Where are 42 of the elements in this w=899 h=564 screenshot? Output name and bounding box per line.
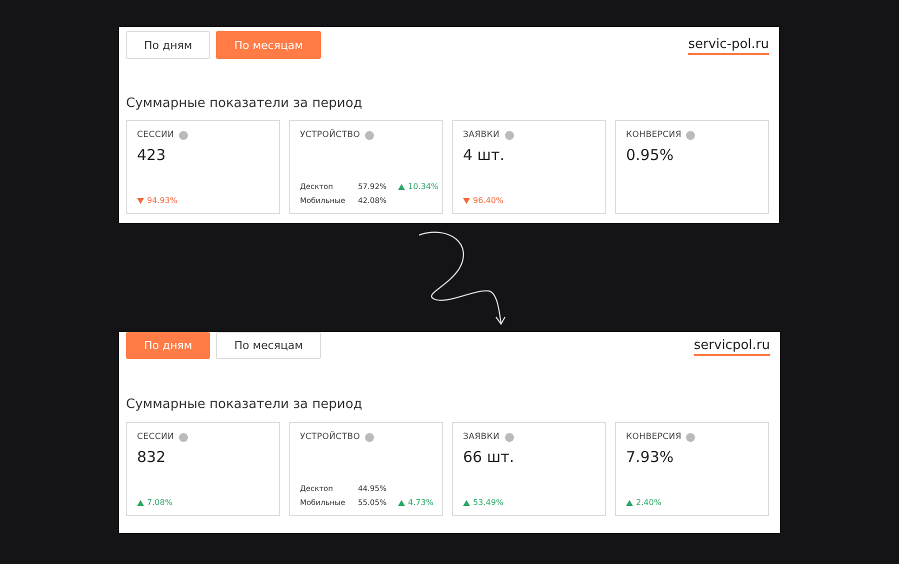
change-indicator: 96.40% (463, 196, 595, 205)
change-indicator: 7.08% (137, 498, 269, 507)
metric-value: 423 (137, 146, 167, 164)
card-title: ЗАЯВКИ (463, 432, 500, 442)
up-triangle-icon (398, 500, 405, 506)
card-title: СЕССИИ (137, 432, 174, 442)
metric-value: 832 (137, 448, 167, 466)
info-icon[interactable] (686, 130, 696, 140)
card-title: КОНВЕРСИЯ (626, 130, 682, 140)
info-icon[interactable] (179, 432, 188, 442)
info-icon[interactable] (504, 130, 514, 140)
section-heading: Суммарные показатели за период (126, 96, 364, 111)
metric-value: 4 шт. (463, 146, 506, 164)
card-title: КОНВЕРСИЯ (626, 432, 682, 442)
info-icon[interactable] (686, 432, 696, 442)
site-name: servicpol.ru (694, 338, 770, 356)
card-title: ЗАЯВКИ (463, 130, 500, 140)
site-name: servic-pol.ru (688, 37, 769, 55)
up-triangle-icon (626, 500, 633, 506)
info-icon[interactable] (365, 432, 374, 442)
info-icon[interactable] (179, 130, 188, 140)
change-indicator: 4.73% (398, 498, 434, 507)
section-heading: Суммарные показатели за период (126, 397, 364, 412)
period-tab[interactable]: По дням (126, 31, 210, 59)
change-indicator: 10.34% (398, 182, 439, 191)
card-title: УСТРОЙСТВО (300, 130, 360, 140)
info-icon[interactable] (365, 130, 374, 140)
up-triangle-icon (463, 500, 470, 506)
change-indicator: 2.40% (626, 498, 758, 507)
up-triangle-icon (137, 500, 144, 506)
period-tab[interactable]: По месяцам (216, 332, 321, 359)
change-indicator: 94.93% (137, 196, 269, 205)
up-triangle-icon (398, 184, 405, 190)
down-triangle-icon (137, 198, 144, 204)
info-icon[interactable] (504, 432, 514, 442)
metric-value: 66 шт. (463, 448, 516, 466)
metric-value: 0.95% (626, 146, 675, 164)
metric-value: 7.93% (626, 448, 675, 466)
down-triangle-icon (463, 198, 470, 204)
card-title: УСТРОЙСТВО (300, 432, 360, 442)
card-title: СЕССИИ (137, 130, 174, 140)
change-indicator: 53.49% (463, 498, 595, 507)
